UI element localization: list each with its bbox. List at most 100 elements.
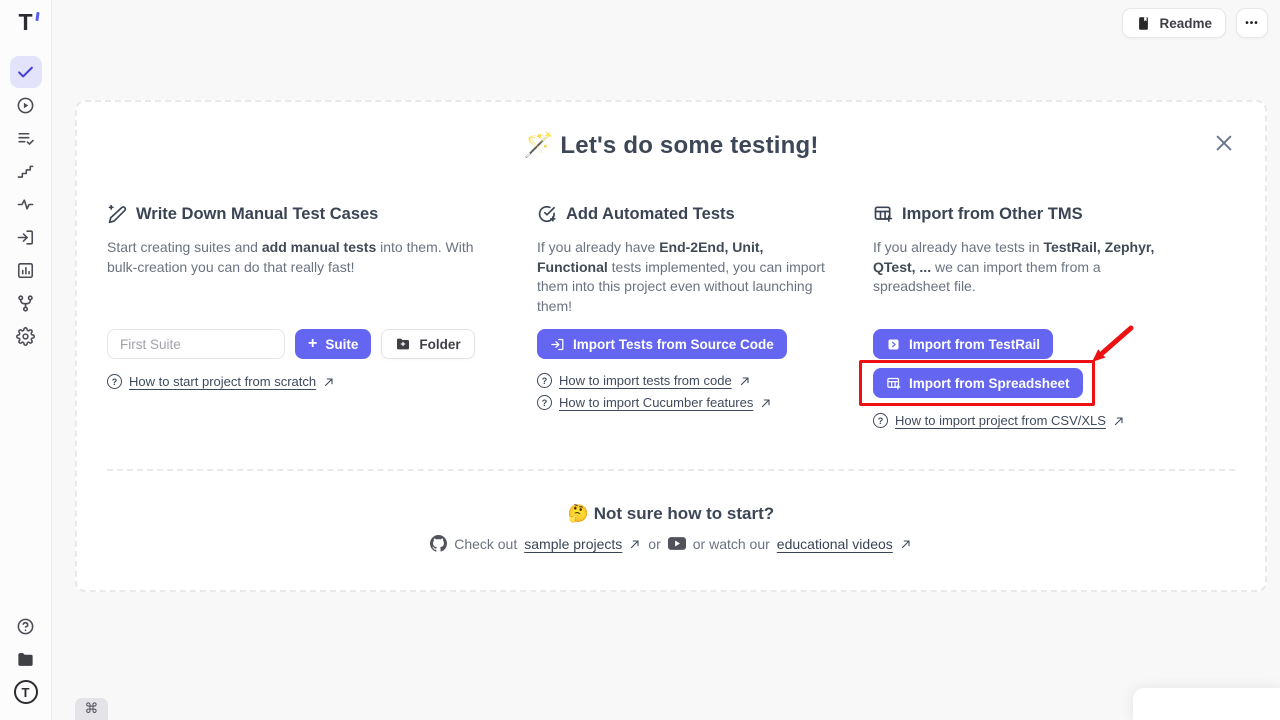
link-label: How to import Cucumber features <box>559 395 753 410</box>
columns: Write Down Manual Test Cases Start creat… <box>77 204 1265 428</box>
link-start-from-scratch[interactable]: ? How to start project from scratch <box>107 374 335 389</box>
magic-wand-emoji: 🪄 <box>523 132 553 159</box>
github-icon <box>430 535 447 552</box>
sample-projects-link[interactable]: sample projects <box>524 536 622 552</box>
folder-button-label: Folder <box>419 337 460 352</box>
column3-title: Import from Other TMS <box>902 205 1083 224</box>
import-source-code-button[interactable]: Import Tests from Source Code <box>537 329 787 359</box>
steps-icon <box>16 162 35 181</box>
external-link-icon <box>760 397 772 409</box>
keyboard-shortcuts-button[interactable]: ⌘ <box>75 698 108 720</box>
plus-icon: + <box>308 336 317 352</box>
onboarding-panel: 🪄 Let's do some testing! Write Down Manu… <box>75 100 1267 592</box>
bar-chart-icon <box>16 261 35 280</box>
sidebar-item-branches[interactable] <box>10 287 42 319</box>
sidebar-item-account[interactable]: T <box>10 676 42 708</box>
add-folder-button[interactable]: Folder <box>381 329 474 359</box>
book-icon <box>1136 16 1151 31</box>
help-circle-icon <box>16 617 35 636</box>
folder-plus-icon <box>395 336 411 352</box>
logo-letter: T <box>18 9 32 35</box>
column3-body: If you already have tests in TestRail, Z… <box>873 238 1175 329</box>
sidebar-item-milestones[interactable] <box>10 155 42 187</box>
link-label: How to import tests from code <box>559 373 732 388</box>
pen-sparkle-icon <box>107 204 127 224</box>
readme-label: Readme <box>1159 16 1212 31</box>
link-import-tests-from-code[interactable]: ? How to import tests from code <box>537 373 751 388</box>
sidebar-item-runs[interactable] <box>10 89 42 121</box>
link-label: How to import project from CSV/XLS <box>895 413 1106 428</box>
column2-heading: Add Automated Tests <box>537 204 873 224</box>
check-icon <box>16 63 35 82</box>
sidebar-item-help[interactable] <box>10 610 42 642</box>
footer-heading-text: Not sure how to start? <box>594 504 774 523</box>
column2-links: ? How to import tests from code ? How to… <box>537 373 873 410</box>
external-link-icon <box>629 538 641 550</box>
readme-button[interactable]: Readme <box>1122 8 1226 38</box>
external-link-icon <box>323 376 335 388</box>
table-plus-icon <box>873 204 893 224</box>
column-import-tms: Import from Other TMS If you already hav… <box>873 204 1235 428</box>
sidebar-item-projects[interactable] <box>10 643 42 675</box>
square-chevron-icon <box>886 337 901 352</box>
educational-videos-link[interactable]: educational videos <box>777 536 893 552</box>
sidebar-item-plans[interactable] <box>10 122 42 154</box>
avatar: T <box>14 680 38 704</box>
external-link-icon <box>900 538 912 550</box>
link-label: How to start project from scratch <box>129 374 316 389</box>
red-arrow-annotation <box>1085 324 1135 369</box>
import-testrail-label: Import from TestRail <box>909 337 1040 352</box>
sidebar-item-tests[interactable] <box>10 56 42 88</box>
sidebar-item-settings[interactable] <box>10 320 42 352</box>
footer-text: or watch our <box>693 536 770 552</box>
suite-button-label: Suite <box>325 337 358 352</box>
help-circle-icon: ? <box>873 413 888 428</box>
list-check-icon <box>16 129 35 148</box>
annotated-button-wrap: Import from Spreadsheet <box>873 368 1083 398</box>
more-options-button[interactable]: ••• <box>1236 8 1268 38</box>
sidebar-nav <box>10 56 42 352</box>
import-icon <box>16 228 35 247</box>
column2-title: Add Automated Tests <box>566 205 735 224</box>
footer-text: or <box>648 536 660 552</box>
import-spreadsheet-button[interactable]: Import from Spreadsheet <box>873 368 1083 398</box>
import-testrail-button[interactable]: Import from TestRail <box>873 329 1053 359</box>
chat-widget[interactable] <box>1133 688 1280 720</box>
column-automated-tests: Add Automated Tests If you already have … <box>537 204 873 428</box>
close-icon <box>1213 132 1235 154</box>
import-icon <box>550 337 565 352</box>
ellipsis-icon: ••• <box>1245 18 1259 29</box>
sidebar-item-analytics[interactable] <box>10 254 42 286</box>
dashed-divider <box>107 469 1235 471</box>
activity-icon <box>16 195 35 214</box>
help-circle-icon: ? <box>537 395 552 410</box>
footer-links-line: Check out sample projects or or watch ou… <box>77 535 1265 552</box>
help-circle-icon: ? <box>537 373 552 388</box>
youtube-icon <box>668 537 686 550</box>
page-title-text: Let's do some testing! <box>560 132 818 159</box>
column2-body: If you already have End-2End, Unit, Func… <box>537 238 835 329</box>
footer-text: Check out <box>454 536 517 552</box>
column1-heading: Write Down Manual Test Cases <box>107 204 537 224</box>
play-circle-icon <box>16 96 35 115</box>
thinking-emoji: 🤔 <box>568 504 589 523</box>
first-suite-input[interactable] <box>107 329 285 359</box>
sidebar-item-import[interactable] <box>10 221 42 253</box>
link-import-csv-xls[interactable]: ? How to import project from CSV/XLS <box>873 413 1125 428</box>
close-panel-button[interactable] <box>1213 132 1235 154</box>
sidebar-item-pulse[interactable] <box>10 188 42 220</box>
add-suite-button[interactable]: + Suite <box>295 329 371 359</box>
column1-title: Write Down Manual Test Cases <box>136 205 378 224</box>
folder-icon <box>16 650 35 669</box>
import-spreadsheet-label: Import from Spreadsheet <box>909 376 1070 391</box>
suite-create-row: + Suite Folder <box>107 329 537 359</box>
settings-icon <box>16 327 35 346</box>
command-icon: ⌘ <box>85 700 99 717</box>
sidebar-bottom: T <box>10 610 42 720</box>
external-link-icon <box>739 375 751 387</box>
import-source-label: Import Tests from Source Code <box>573 337 774 352</box>
link-import-cucumber[interactable]: ? How to import Cucumber features <box>537 395 772 410</box>
app-logo[interactable]: T <box>18 9 32 37</box>
check-circle-plus-icon <box>537 204 557 224</box>
help-circle-icon: ? <box>107 374 122 389</box>
